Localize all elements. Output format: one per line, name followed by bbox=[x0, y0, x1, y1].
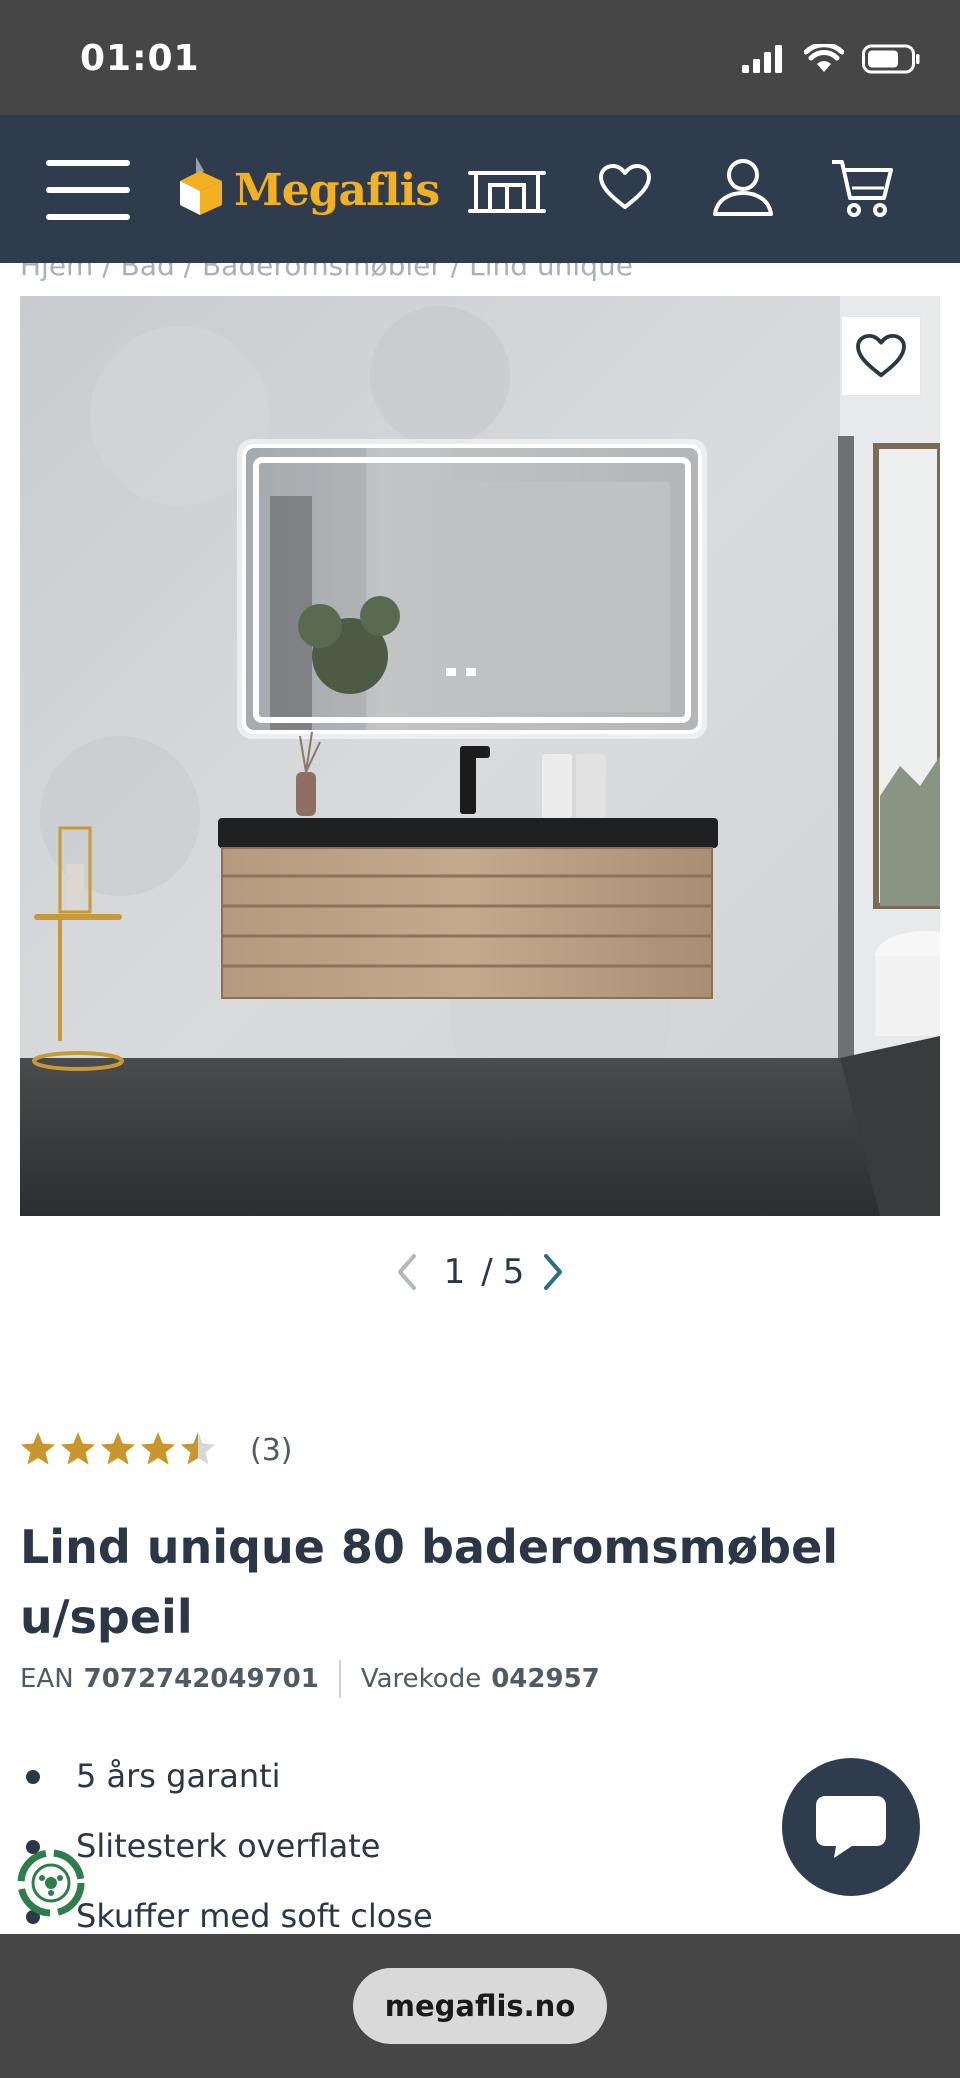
chat-button[interactable] bbox=[782, 1758, 920, 1896]
signal-icon bbox=[742, 45, 782, 73]
status-icons bbox=[742, 44, 920, 74]
heart-outline-icon bbox=[856, 333, 906, 378]
site-header: Megaflis bbox=[0, 115, 960, 263]
status-time: 01:01 bbox=[80, 38, 200, 79]
rating-star bbox=[100, 1432, 136, 1465]
eco-badge-icon[interactable] bbox=[16, 1848, 86, 1918]
rating-star bbox=[140, 1432, 176, 1465]
feature-item: 5 års garanti bbox=[20, 1748, 433, 1818]
url-bar[interactable]: megaflis.no bbox=[353, 1968, 607, 2044]
rating-star bbox=[180, 1432, 216, 1465]
review-count[interactable]: (3) bbox=[250, 1433, 293, 1468]
chevron-left-icon[interactable] bbox=[394, 1252, 420, 1292]
menu-icon[interactable] bbox=[46, 160, 130, 220]
status-bar: 01:01 bbox=[0, 0, 960, 115]
product-photo bbox=[20, 296, 940, 1216]
heart-icon[interactable] bbox=[598, 163, 652, 211]
cart-icon[interactable] bbox=[830, 158, 894, 220]
gallery-pager: 1 / 5 bbox=[380, 1248, 580, 1296]
chevron-right-icon[interactable] bbox=[540, 1252, 566, 1292]
chat-bubble-icon bbox=[816, 1796, 886, 1858]
ean-value: 7072742049701 bbox=[83, 1664, 319, 1694]
code-value: 042957 bbox=[491, 1664, 600, 1694]
product-title: Lind unique 80 baderomsmøbel u/speil bbox=[20, 1520, 839, 1644]
wifi-icon bbox=[804, 44, 844, 72]
product-identifiers: EAN 7072742049701 Varekode 042957 bbox=[20, 1660, 600, 1698]
rating-stars bbox=[20, 1432, 216, 1465]
pager-current: 1 bbox=[443, 1252, 466, 1292]
browser-toolbar: megaflis.no bbox=[0, 1934, 960, 2078]
pager-total: 5 bbox=[502, 1252, 525, 1292]
favorite-button[interactable] bbox=[841, 316, 921, 396]
code-label: Varekode bbox=[360, 1664, 482, 1694]
logo-text[interactable]: Megaflis bbox=[234, 165, 440, 216]
showroom-icon[interactable] bbox=[468, 167, 546, 213]
divider bbox=[338, 1660, 341, 1698]
breadcrumb-text[interactable]: Hjem / Bad / Baderomsmøbler / Lind uniqu… bbox=[20, 263, 633, 282]
breadcrumb: Hjem / Bad / Baderomsmøbler / Lind uniqu… bbox=[0, 263, 960, 295]
pager-separator: / bbox=[481, 1252, 493, 1292]
rating-star bbox=[20, 1432, 56, 1465]
ean-label: EAN bbox=[20, 1664, 74, 1694]
product-image[interactable] bbox=[20, 296, 940, 1216]
rating-star bbox=[60, 1432, 96, 1465]
product-rating[interactable]: (3) bbox=[20, 1430, 293, 1470]
user-icon[interactable] bbox=[712, 158, 774, 216]
logo-icon bbox=[180, 157, 222, 215]
battery-icon bbox=[862, 44, 920, 74]
